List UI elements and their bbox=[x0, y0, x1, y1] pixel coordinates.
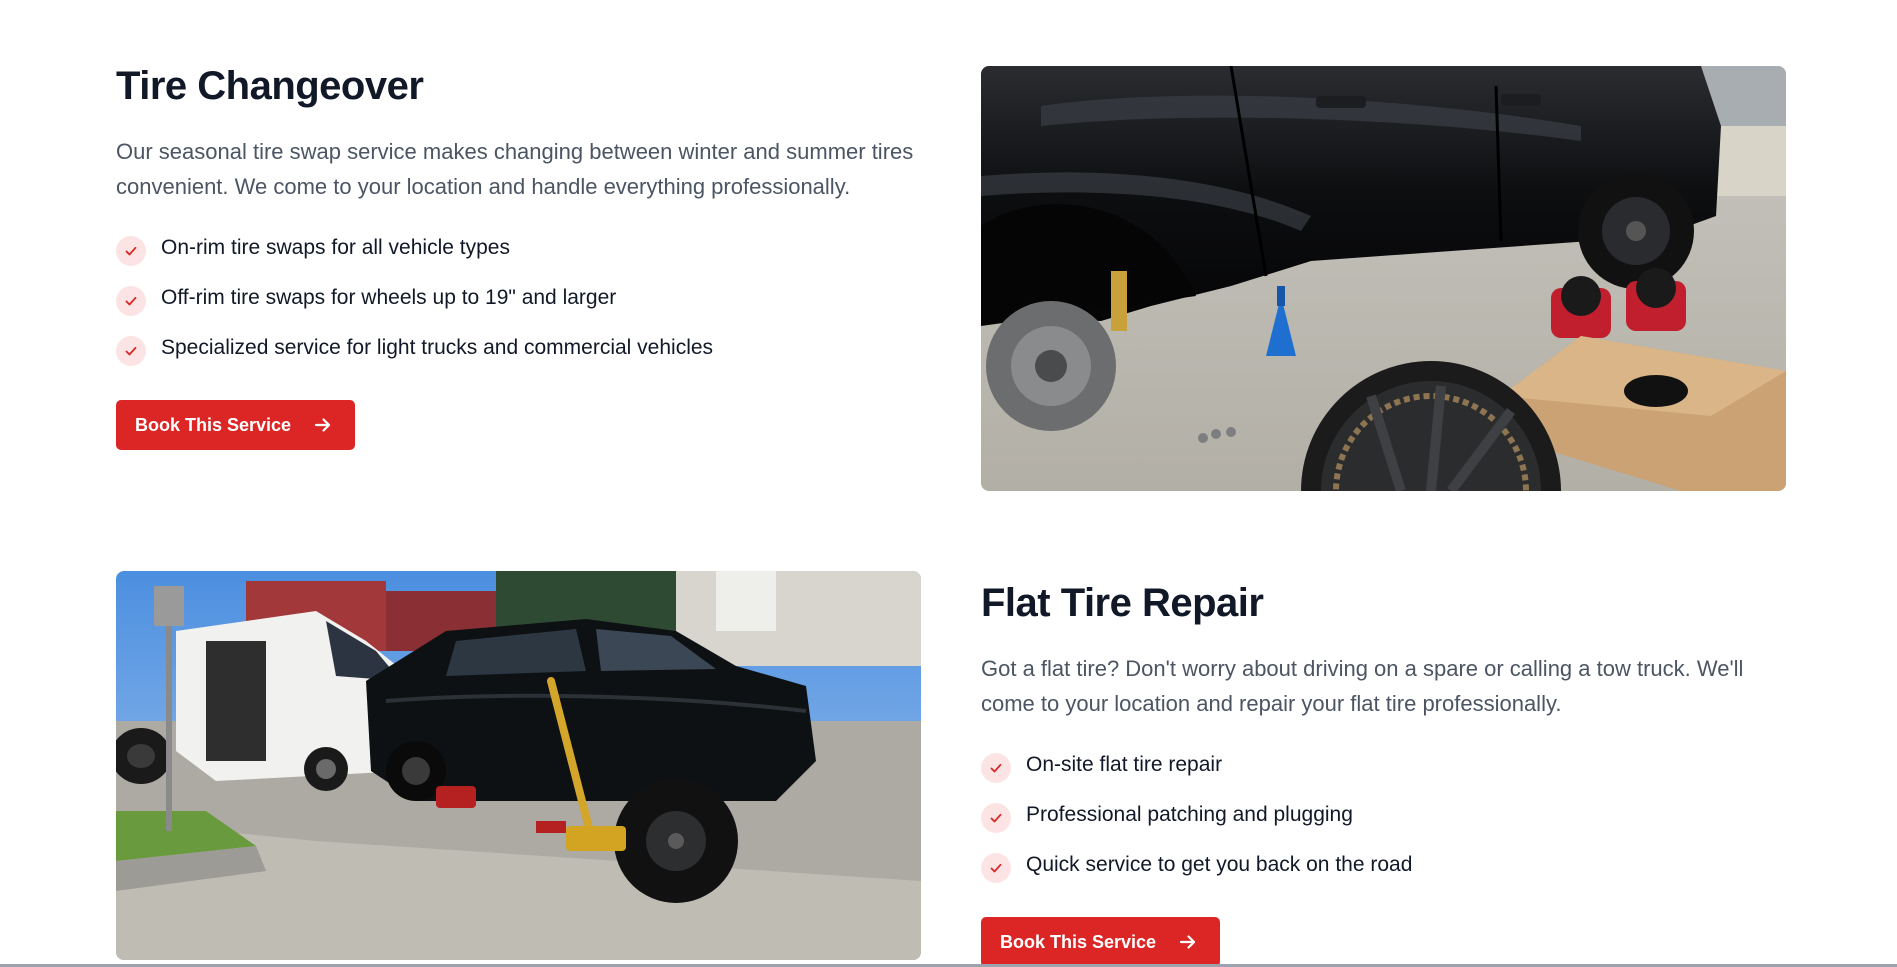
feature-text: On-rim tire swaps for all vehicle types bbox=[161, 236, 510, 259]
check-icon bbox=[981, 853, 1011, 883]
service-description: Got a flat tire? Don't worry about drivi… bbox=[981, 656, 1744, 716]
service-description: Our seasonal tire swap service makes cha… bbox=[116, 139, 914, 199]
service-section-flat-tire-repair: Flat Tire Repair Got a flat tire? Don't … bbox=[0, 570, 1897, 967]
check-icon bbox=[981, 803, 1011, 833]
check-icon bbox=[981, 753, 1011, 783]
book-service-button[interactable]: Book This Service bbox=[981, 917, 1221, 967]
service-title: Tire Changeover bbox=[116, 64, 424, 108]
feature-text: Specialized service for light trucks and… bbox=[161, 336, 714, 359]
feature-list: On-site flat tire repair Professional pa… bbox=[981, 740, 1781, 890]
feature-item: Professional patching and plugging bbox=[981, 790, 1781, 840]
feature-item: On-rim tire swaps for all vehicle types bbox=[116, 223, 916, 273]
feature-text: Professional patching and plugging bbox=[1026, 803, 1353, 826]
photo-black-pickup-truck-on-jack-stand bbox=[981, 66, 1786, 491]
check-icon bbox=[116, 236, 146, 266]
arrow-right-icon bbox=[314, 418, 331, 432]
feature-item: Off-rim tire swaps for wheels up to 19" … bbox=[116, 273, 916, 323]
service-title: Flat Tire Repair bbox=[981, 581, 1264, 625]
check-icon bbox=[116, 286, 146, 316]
feature-item: Specialized service for light trucks and… bbox=[116, 323, 916, 373]
feature-text: Quick service to get you back on the roa… bbox=[1026, 853, 1413, 876]
check-icon bbox=[116, 336, 146, 366]
book-service-button[interactable]: Book This Service bbox=[116, 400, 356, 450]
service-text-column: Flat Tire Repair Got a flat tire? Don't … bbox=[981, 581, 1781, 967]
arrow-right-icon bbox=[1179, 935, 1196, 949]
service-photo-van-suv bbox=[116, 571, 921, 960]
feature-item: On-site flat tire repair bbox=[981, 740, 1781, 790]
service-photo-truck bbox=[981, 66, 1786, 491]
service-section-tire-changeover: Tire Changeover Our seasonal tire swap s… bbox=[0, 0, 1897, 500]
feature-list: On-rim tire swaps for all vehicle types … bbox=[116, 223, 916, 373]
photo-service-van-and-suv-on-jack bbox=[116, 571, 921, 960]
feature-item: Quick service to get you back on the roa… bbox=[981, 840, 1781, 890]
service-text-column: Tire Changeover Our seasonal tire swap s… bbox=[116, 64, 916, 450]
feature-text: On-site flat tire repair bbox=[1026, 753, 1223, 776]
feature-text: Off-rim tire swaps for wheels up to 19" … bbox=[161, 286, 617, 309]
book-service-button-label: Book This Service bbox=[1000, 931, 1157, 952]
book-service-button-label: Book This Service bbox=[135, 414, 292, 435]
